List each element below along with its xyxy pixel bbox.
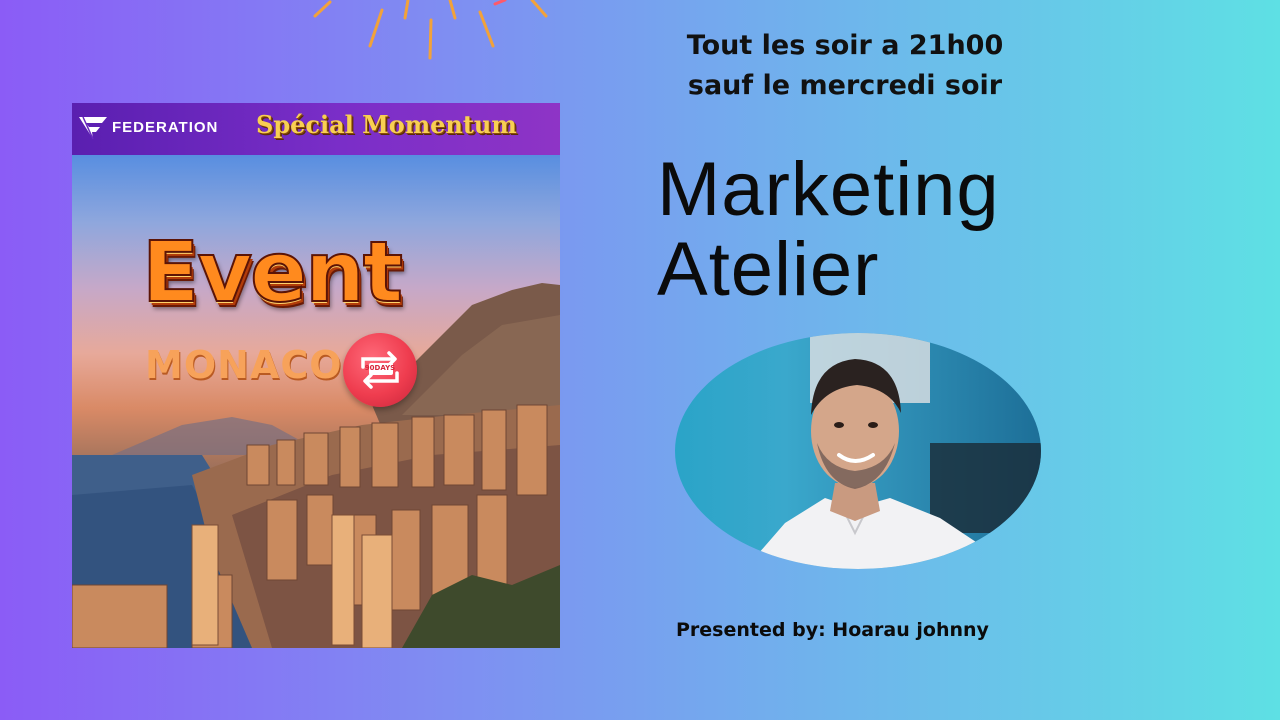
badge-label: 90DAYS xyxy=(364,364,396,372)
presenter-credit: Presented by: Hoarau johnny xyxy=(676,619,989,641)
banner-title: Spécial Momentum xyxy=(256,110,517,139)
schedule-text: Tout les soir a 21h00 sauf le mercredi s… xyxy=(600,26,1090,106)
title-line-1: Marketing xyxy=(657,147,1000,232)
firework-icon xyxy=(313,0,548,60)
event-poster: FEDERATION Spécial Momentum Event MONACO… xyxy=(72,103,560,648)
monaco-label: MONACO xyxy=(145,343,343,387)
federation-logo-icon xyxy=(79,116,107,140)
90days-badge: 90DAYS xyxy=(343,333,417,407)
title-line-2: Atelier xyxy=(657,227,880,312)
schedule-line-2: sauf le mercredi soir xyxy=(687,70,1003,101)
poster-banner: FEDERATION Spécial Momentum xyxy=(72,103,560,155)
presenter-portrait xyxy=(675,333,1041,569)
event-headline: Event xyxy=(141,222,404,322)
page-title: Marketing Atelier xyxy=(657,150,1000,310)
schedule-line-1: Tout les soir a 21h00 xyxy=(686,30,1004,61)
federation-brand: FEDERATION xyxy=(112,119,219,136)
